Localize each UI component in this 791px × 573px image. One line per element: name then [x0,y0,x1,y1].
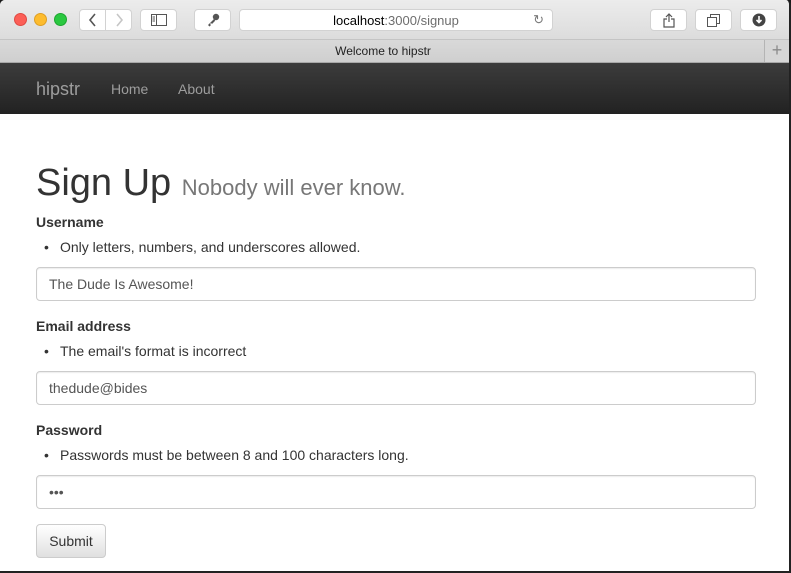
page-title: Sign Up Nobody will ever know. [36,162,406,205]
tab-title: Welcome to hipstr [335,44,431,58]
download-icon [752,13,765,27]
submit-button[interactable]: Submit [36,524,106,558]
page-subtitle: Nobody will ever know. [181,175,406,200]
nav-link-home[interactable]: Home [111,81,148,97]
password-label: Password [36,422,103,438]
email-label: Email address [36,318,131,334]
tabs-icon [707,13,720,27]
close-window-button[interactable] [14,13,27,26]
page-title-text: Sign Up [36,162,172,204]
tab-bar: Welcome to hipstr + [0,40,789,63]
downloads-button[interactable] [740,9,777,31]
address-bar[interactable]: localhost:3000/signup ↻ [239,9,553,31]
minimize-window-button[interactable] [34,13,47,26]
address-host: localhost [333,12,385,28]
site-navbar: hipstr Home About [0,63,789,114]
browser-window: localhost:3000/signup ↻ Welcome to hipst… [0,0,791,573]
sidebar-button[interactable] [140,9,177,31]
nav-link-about[interactable]: About [178,81,215,97]
email-input[interactable] [36,371,756,405]
username-input[interactable] [36,267,756,301]
password-input[interactable] [36,475,756,509]
sidebar-icon [150,14,167,26]
chevron-right-icon [115,13,123,27]
reload-icon[interactable]: ↻ [533,12,544,28]
new-tab-button[interactable]: + [764,40,789,62]
address-path: :3000/signup [384,12,459,28]
password-error: Passwords must be between 8 and 100 char… [44,447,409,463]
maximize-window-button[interactable] [54,13,67,26]
key-icon [207,13,219,27]
browser-toolbar: localhost:3000/signup ↻ [0,0,789,40]
tab-active[interactable]: Welcome to hipstr [0,40,766,62]
navbar-brand[interactable]: hipstr [36,79,80,100]
chevron-left-icon [88,13,96,27]
username-label: Username [36,214,104,230]
username-error: Only letters, numbers, and underscores a… [44,239,360,255]
plus-icon: + [771,40,783,60]
share-button[interactable] [650,9,687,31]
forward-button[interactable] [106,9,132,31]
email-error: The email's format is incorrect [44,343,246,359]
show-tabs-button[interactable] [695,9,732,31]
passwords-button[interactable] [194,9,231,31]
back-button[interactable] [79,9,106,31]
share-icon [662,12,675,28]
